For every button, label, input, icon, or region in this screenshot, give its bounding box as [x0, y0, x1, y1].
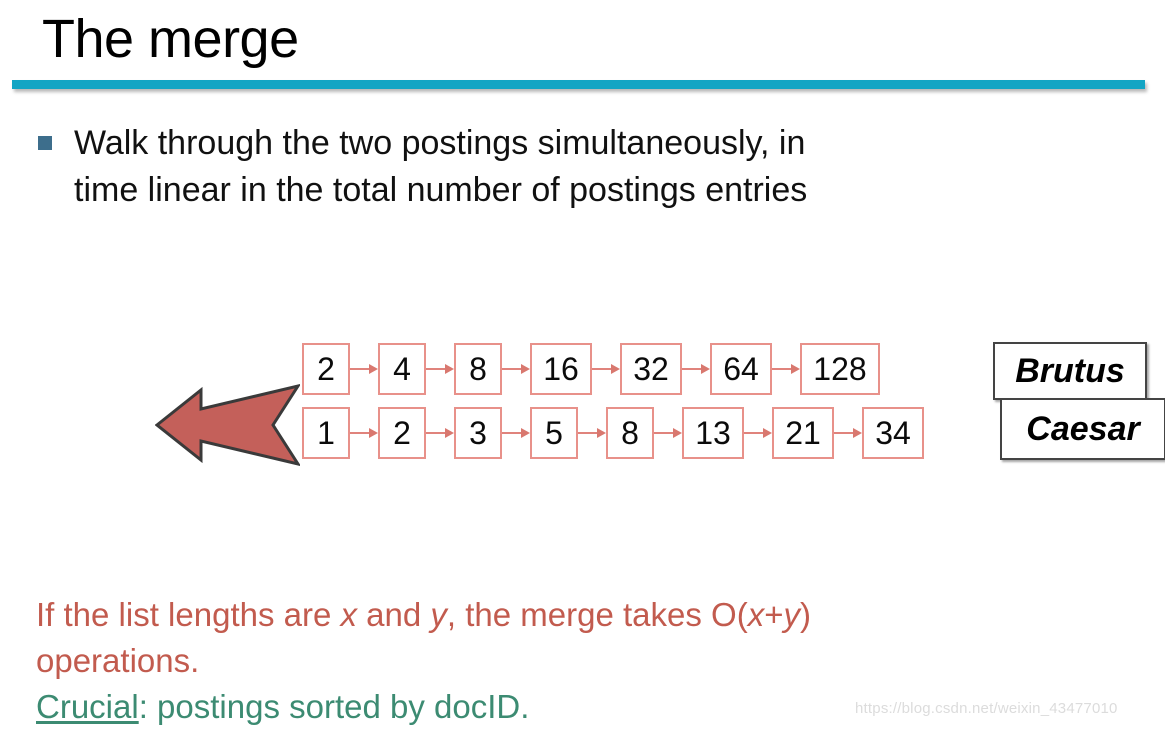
- arrow-connector-icon: [426, 363, 454, 375]
- posting-cell: 1: [302, 407, 350, 459]
- arrow-connector-icon: [578, 427, 606, 439]
- arrow-connector-icon: [502, 427, 530, 439]
- posting-cell: 8: [606, 407, 654, 459]
- arrow-connector-icon: [350, 363, 378, 375]
- arrow-connector-icon: [502, 363, 530, 375]
- arrow-connector-icon: [426, 427, 454, 439]
- title-underline-rule: [12, 80, 1145, 89]
- merge-direction-arrow: [155, 383, 300, 467]
- posting-cell: 8: [454, 343, 502, 395]
- note-text-a: If the list lengths are: [36, 596, 341, 633]
- bullet-line-2: time linear in the total number of posti…: [74, 171, 808, 209]
- note-text-b: and: [357, 596, 431, 633]
- note-text-d: +: [764, 596, 784, 633]
- arrow-connector-icon: [654, 427, 682, 439]
- note-line-complexity: If the list lengths are x and y, the mer…: [36, 592, 1136, 638]
- arrow-connector-icon: [744, 427, 772, 439]
- posting-cell: 2: [302, 343, 350, 395]
- arrow-connector-icon: [772, 363, 800, 375]
- posting-cell: 3: [454, 407, 502, 459]
- note-crucial-underlined: Crucial: [36, 688, 139, 725]
- note-crucial-rest: : postings sorted by docID.: [138, 688, 530, 725]
- posting-cell: 21: [772, 407, 834, 459]
- bullet-square-icon: [38, 136, 52, 150]
- posting-cell: 34: [862, 407, 924, 459]
- posting-cell: 128: [800, 343, 880, 395]
- arrow-connector-icon: [592, 363, 620, 375]
- arrow-connector-icon: [682, 363, 710, 375]
- posting-cell: 5: [530, 407, 578, 459]
- note-text-e: ): [799, 596, 811, 633]
- postings-row-brutus: 2 4 8 16 32 64 128: [302, 341, 924, 397]
- posting-cell: 2: [378, 407, 426, 459]
- note-var-x2: x: [747, 596, 765, 633]
- note-text-c: , the merge takes O(: [446, 596, 748, 633]
- postings-lists: 2 4 8 16 32 64 128 1 2 3 5 8 13 21 34: [302, 341, 924, 461]
- posting-cell: 32: [620, 343, 682, 395]
- arrow-connector-icon: [350, 427, 378, 439]
- bullet-line-1: Walk through the two postings simultaneo…: [74, 124, 806, 162]
- term-label-caesar: Caesar: [1000, 398, 1165, 460]
- posting-cell: 64: [710, 343, 772, 395]
- posting-cell: 16: [530, 343, 592, 395]
- note-var-y: y: [430, 596, 447, 633]
- term-label-brutus: Brutus: [993, 342, 1147, 400]
- posting-cell: 4: [378, 343, 426, 395]
- bullet-item-label: Walk through the two postings simultaneo…: [74, 120, 807, 214]
- arrow-connector-icon: [834, 427, 862, 439]
- note-var-x: x: [340, 596, 358, 633]
- watermark-text: https://blog.csdn.net/weixin_43477010: [855, 700, 1118, 717]
- note-var-y2: y: [783, 596, 800, 633]
- page-title: The merge: [42, 9, 299, 69]
- postings-row-caesar: 1 2 3 5 8 13 21 34: [302, 405, 924, 461]
- bullet-item: Walk through the two postings simultaneo…: [38, 120, 1128, 214]
- note-line-operations: operations.: [36, 642, 200, 679]
- posting-cell: 13: [682, 407, 744, 459]
